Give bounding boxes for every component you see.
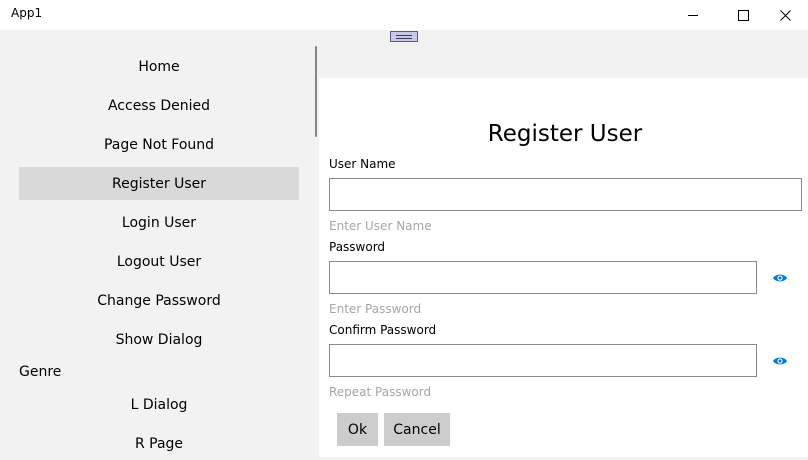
username-input[interactable] [329,178,802,211]
minimize-icon [687,14,698,16]
password-hint: Enter Password [329,302,422,316]
eye-icon [772,274,787,281]
nav-item-r-page[interactable]: R Page [19,427,299,460]
window-title: App1 [11,6,43,20]
page-title: Register User [487,121,643,147]
ok-button[interactable]: Ok [337,413,378,446]
nav-item-l-dialog[interactable]: L Dialog [19,388,299,421]
cancel-button[interactable]: Cancel [384,413,450,446]
nav-item-logout-user[interactable]: Logout User [19,245,299,278]
nav-item-page-not-found[interactable]: Page Not Found [19,128,299,161]
nav-item-home[interactable]: Home [19,50,299,83]
nav-item-show-dialog[interactable]: Show Dialog [19,323,299,356]
confirm-password-input[interactable] [329,344,757,377]
username-hint: Enter User Name [329,219,432,233]
confirm-password-label: Confirm Password [329,323,437,337]
maximize-button[interactable] [720,0,766,30]
nav-scrollbar[interactable] [315,46,317,137]
minimize-button[interactable] [670,0,716,30]
nav-item-login-user[interactable]: Login User [19,206,299,239]
maximize-icon [737,9,749,21]
nav-item-change-password[interactable]: Change Password [19,284,299,317]
confirm-password-hint: Repeat Password [329,385,432,399]
nav-group-header-genre: Genre [19,364,62,380]
nav-item-register-user[interactable]: Register User [19,167,299,200]
password-input[interactable] [329,261,757,294]
title-bar: App1 [0,0,808,30]
pane-toggle-handle[interactable] [390,31,418,42]
username-label: User Name [329,157,396,171]
close-button[interactable] [762,0,808,30]
nav-item-access-denied[interactable]: Access Denied [19,89,299,122]
password-reveal-button[interactable] [771,269,788,286]
close-icon [779,9,791,21]
eye-icon [772,357,787,364]
password-label: Password [329,240,386,254]
confirm-password-reveal-button[interactable] [771,352,788,369]
